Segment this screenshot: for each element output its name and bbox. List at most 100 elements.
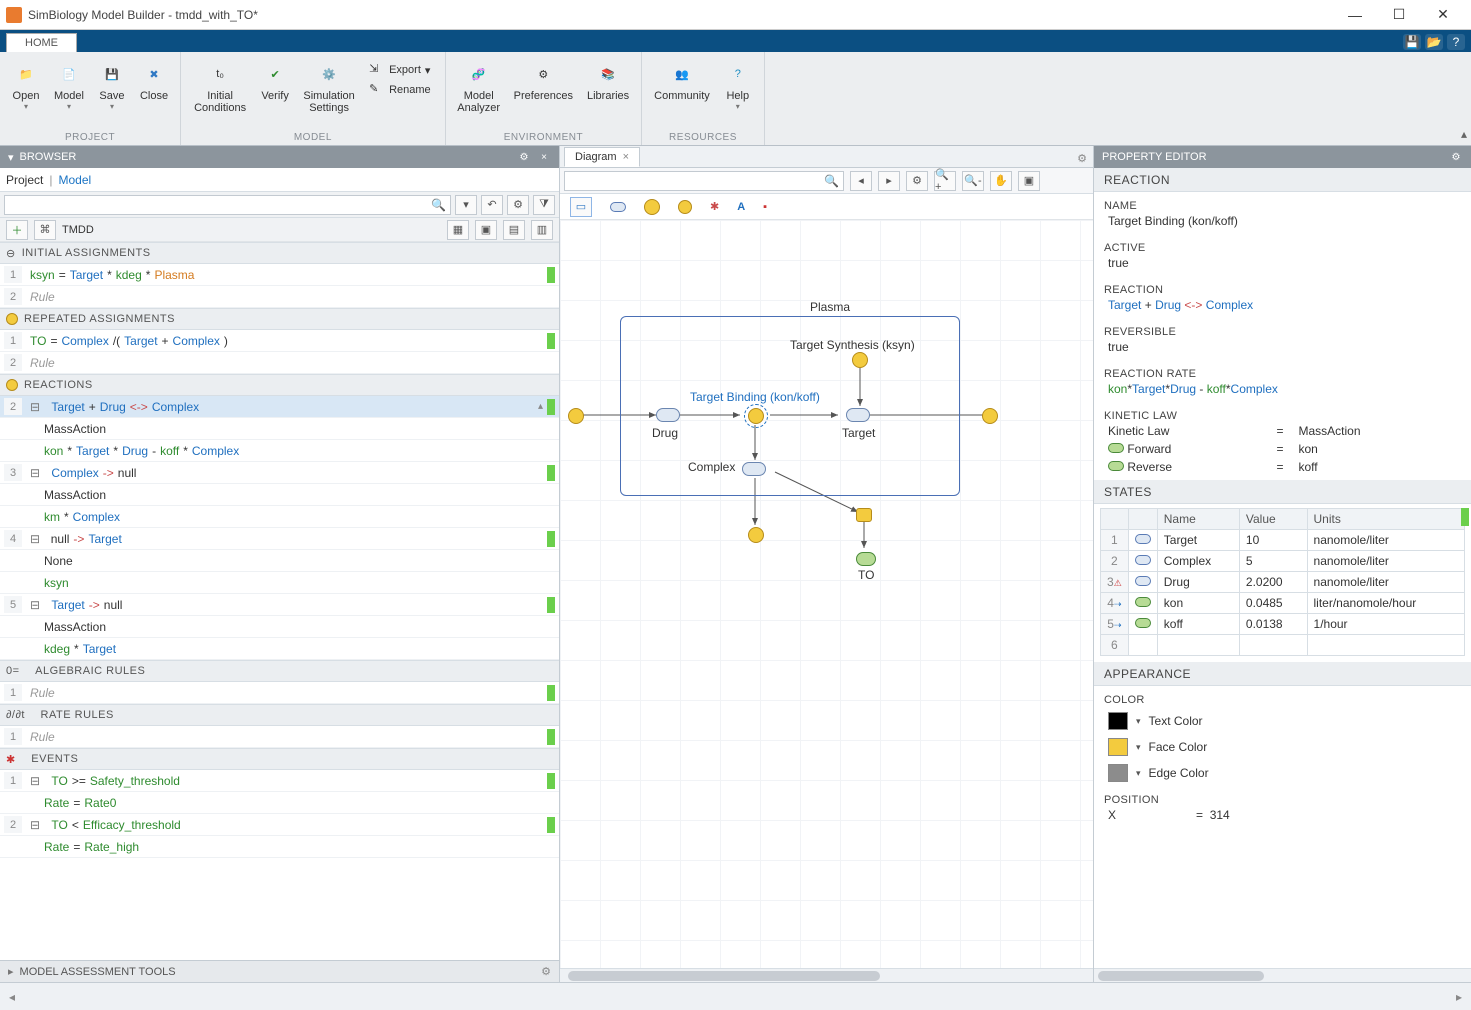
- tree-tool1-icon[interactable]: ▦: [447, 220, 469, 240]
- event-row[interactable]: 2 ⊟ TO<Efficacy_threshold: [0, 814, 559, 836]
- model-button[interactable]: 📄Model▾: [48, 56, 90, 115]
- table-row[interactable]: 5⇢koff0.01381/hour: [1101, 614, 1465, 635]
- list-item[interactable]: 1Rule: [0, 682, 559, 704]
- reaction-tool-icon[interactable]: [644, 199, 660, 215]
- rename-button[interactable]: ✎Rename: [365, 80, 435, 100]
- export-button[interactable]: ⇲Export▾: [365, 60, 435, 80]
- close-project-button[interactable]: ✖Close: [134, 56, 174, 115]
- table-row[interactable]: 2Complex5nanomole/liter: [1101, 551, 1465, 572]
- table-row[interactable]: 3⚠Drug2.0200nanomole/liter: [1101, 572, 1465, 593]
- panel-settings-icon[interactable]: ⚙: [1071, 150, 1093, 167]
- zoom-in-icon[interactable]: 🔍+: [934, 171, 956, 191]
- color-row[interactable]: ▾Face Color: [1094, 734, 1471, 760]
- event-tool-icon[interactable]: ✱: [710, 200, 719, 213]
- table-row[interactable]: 1Target10nanomole/liter: [1101, 530, 1465, 551]
- tree-tool3-icon[interactable]: ▤: [503, 220, 525, 240]
- status-left-icon[interactable]: ◂: [0, 983, 24, 1010]
- panel-settings-icon[interactable]: ⚙: [1449, 150, 1463, 164]
- search-icon[interactable]: 🔍: [431, 198, 446, 212]
- help-icon[interactable]: ?: [1447, 34, 1465, 50]
- reaction-row[interactable]: 4 ⊟ null -> Target: [0, 528, 559, 550]
- list-item[interactable]: 1Rule: [0, 726, 559, 748]
- rxn-node-binding[interactable]: [748, 408, 764, 424]
- section-algebraic[interactable]: 0= ALGEBRAIC RULES: [0, 660, 559, 682]
- states-table[interactable]: Name Value Units 1Target10nanomole/liter…: [1100, 508, 1465, 656]
- ribbon-collapse-icon[interactable]: ▴: [1461, 127, 1467, 141]
- species-complex[interactable]: [742, 462, 766, 476]
- species-drug[interactable]: [656, 408, 680, 422]
- browser-search-input[interactable]: 🔍: [4, 195, 451, 215]
- prop-reaction-value[interactable]: Target + Drug <-> Complex: [1094, 298, 1471, 318]
- help-button[interactable]: ?Help▾: [718, 56, 758, 115]
- position-value[interactable]: X = 314: [1094, 808, 1471, 828]
- color-swatch[interactable]: [1108, 712, 1128, 730]
- simulation-settings-button[interactable]: ⚙️Simulation Settings: [297, 56, 361, 118]
- rxn-node-complex-deg[interactable]: [748, 527, 764, 543]
- add-item-icon[interactable]: ＋: [6, 220, 28, 240]
- toolbar-gear-icon[interactable]: ⚙: [906, 171, 928, 191]
- tab-home[interactable]: HOME: [6, 33, 77, 52]
- model-assessment-panel[interactable]: ▸ MODEL ASSESSMENT TOOLS ⚙: [0, 960, 559, 982]
- section-reactions[interactable]: REACTIONS: [0, 374, 559, 396]
- color-swatch[interactable]: [1108, 764, 1128, 782]
- prop-name-value[interactable]: Target Binding (kon/koff): [1094, 214, 1471, 234]
- preferences-button[interactable]: ⚙Preferences: [508, 56, 579, 118]
- table-row[interactable]: 6: [1101, 635, 1465, 656]
- zoom-out-icon[interactable]: 🔍-: [962, 171, 984, 191]
- prop-rate-value[interactable]: kon*Target*Drug - koff*Complex: [1094, 382, 1471, 402]
- species-target[interactable]: [846, 408, 870, 422]
- list-item[interactable]: 2 Rule: [0, 286, 559, 308]
- reaction-row[interactable]: 5 ⊟ Target -> null: [0, 594, 559, 616]
- model-analyzer-button[interactable]: 🧬Model Analyzer: [452, 56, 506, 118]
- table-row[interactable]: 4⇢kon0.0485liter/nanomole/hour: [1101, 593, 1465, 614]
- list-item[interactable]: 1 ksyn = Target*kdeg*Plasma: [0, 264, 559, 286]
- text-tool-icon[interactable]: A: [737, 201, 745, 213]
- filter-dropdown-icon[interactable]: ▾: [455, 195, 477, 215]
- initial-conditions-button[interactable]: t₀Initial Conditions: [187, 56, 253, 118]
- breadcrumb-root[interactable]: Project: [6, 173, 43, 187]
- open-icon[interactable]: 📂: [1425, 34, 1443, 50]
- prop-reversible-value[interactable]: true: [1094, 340, 1471, 360]
- parameter-to[interactable]: [856, 552, 876, 566]
- reaction-row-selected[interactable]: 2 ⊟ Target + Drug <-> Complex ▴: [0, 396, 559, 418]
- color-swatch[interactable]: [1108, 738, 1128, 756]
- section-repeated-assignments[interactable]: REPEATED ASSIGNMENTS: [0, 308, 559, 330]
- gear-icon[interactable]: ⚙: [541, 965, 551, 978]
- fit-icon[interactable]: ▣: [1018, 171, 1040, 191]
- filter-icon[interactable]: ⧩: [533, 195, 555, 215]
- search-icon[interactable]: 🔍: [824, 174, 839, 188]
- nav-back-icon[interactable]: ◂: [850, 171, 872, 191]
- save-icon[interactable]: 💾: [1403, 34, 1421, 50]
- prop-active-value[interactable]: true: [1094, 256, 1471, 276]
- rule-node[interactable]: [856, 508, 872, 522]
- rxn-node-right[interactable]: [982, 408, 998, 424]
- panel-close-icon[interactable]: ×: [537, 150, 551, 164]
- rxn-node-ksyn[interactable]: [852, 352, 868, 368]
- section-rate-rules[interactable]: ∂/∂t RATE RULES: [0, 704, 559, 726]
- verify-button[interactable]: ✔Verify: [255, 56, 295, 118]
- save-button[interactable]: 💾Save▾: [92, 56, 132, 115]
- history-gear-icon[interactable]: ⚙: [507, 195, 529, 215]
- list-item[interactable]: 2 Rule: [0, 352, 559, 374]
- libraries-button[interactable]: 📚Libraries: [581, 56, 635, 118]
- h-scrollbar[interactable]: [560, 968, 1093, 982]
- color-row[interactable]: ▾Edge Color: [1094, 760, 1471, 786]
- rxn-node-left[interactable]: [568, 408, 584, 424]
- reaction-row[interactable]: 3 ⊟ Complex -> null: [0, 462, 559, 484]
- search-input[interactable]: [9, 199, 431, 211]
- tab-diagram[interactable]: Diagram ×: [564, 147, 640, 167]
- panel-settings-icon[interactable]: ⚙: [517, 150, 531, 164]
- diagram-canvas[interactable]: Plasma Drug Target Binding (kon/koff) Ta…: [560, 220, 1093, 968]
- property-h-scrollbar[interactable]: [1094, 968, 1471, 982]
- compartment-tool-icon[interactable]: ▭: [570, 197, 592, 217]
- status-right-icon[interactable]: ▸: [1447, 983, 1471, 1010]
- panel-collapse-icon[interactable]: ▾: [8, 151, 14, 164]
- list-item[interactable]: 1 TO = Complex/(Target + Complex): [0, 330, 559, 352]
- species-tool-icon[interactable]: [610, 202, 626, 212]
- open-button[interactable]: 📁Open▾: [6, 56, 46, 115]
- event-row[interactable]: 1 ⊟ TO>=Safety_threshold: [0, 770, 559, 792]
- section-events[interactable]: ✱ EVENTS: [0, 748, 559, 770]
- minimize-button[interactable]: —: [1333, 1, 1377, 29]
- breadcrumb-model[interactable]: Model: [58, 173, 91, 187]
- tree-tool2-icon[interactable]: ▣: [475, 220, 497, 240]
